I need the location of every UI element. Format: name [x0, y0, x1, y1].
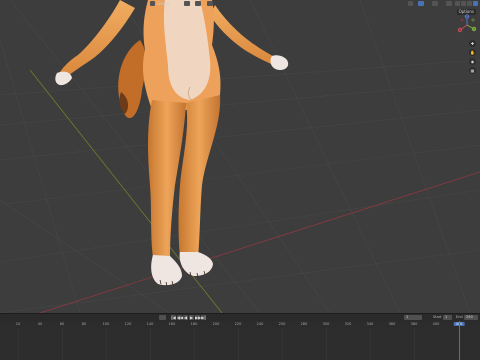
material-shading-icon[interactable] [467, 1, 472, 6]
tick-label: 120 [124, 322, 132, 326]
jump-start-icon[interactable]: |◀ [171, 315, 176, 320]
pivot-point-icon[interactable] [184, 1, 190, 6]
solid-shading-icon[interactable] [461, 1, 466, 6]
tick-label: 200 [212, 322, 220, 326]
visibility-icon[interactable] [408, 1, 413, 6]
tick-label: 340 [366, 322, 374, 326]
tick-label: 380 [410, 322, 418, 326]
tick-label: 320 [344, 322, 352, 326]
navigation-gizmo[interactable]: Z X Y [456, 14, 478, 36]
jump-keyframe-back-icon[interactable]: ◀◀ [177, 315, 183, 320]
gizmo-toggle-icon[interactable] [418, 1, 424, 6]
perspective-toggle-icon[interactable]: ▦ [469, 67, 476, 74]
x-axis-line [39, 171, 480, 313]
tick-label: 280 [300, 322, 308, 326]
viewport-nav-buttons: ✚ ✋ ◉ ▦ [469, 40, 477, 76]
timeline-keyframe-area[interactable] [0, 328, 480, 360]
snap-icon[interactable] [195, 1, 201, 6]
playhead-line[interactable] [459, 321, 460, 360]
proportional-edit-icon[interactable] [207, 1, 213, 6]
right-foot [179, 252, 213, 276]
floor-grid [0, 0, 480, 313]
wireframe-shading-icon[interactable] [455, 1, 460, 6]
tick-label: 140 [146, 322, 154, 326]
play-icon[interactable]: ▶ [189, 315, 194, 320]
tick-label: 10 [15, 322, 21, 326]
tick-label: 220 [234, 322, 242, 326]
camera-view-icon[interactable]: ◉ [469, 58, 476, 65]
jump-end-icon[interactable]: ▶| [201, 315, 206, 320]
svg-text:Z: Z [466, 15, 468, 19]
tick-label: 80 [81, 322, 87, 326]
overlay-toggle-icon[interactable] [432, 1, 438, 6]
svg-text:Y: Y [473, 27, 475, 31]
xray-icon[interactable] [446, 1, 452, 6]
timeline-ruler[interactable]: 10 40 60 80 100 120 140 160 180 200 220 … [0, 321, 480, 328]
tick-label: 360 [388, 322, 396, 326]
jump-keyframe-forward-icon[interactable]: ▶▶ [195, 315, 201, 320]
tick-label: 40 [37, 322, 43, 326]
left-foot [151, 255, 182, 286]
right-arm [210, 5, 280, 66]
transform-orientation-select[interactable]: Global [157, 0, 170, 7]
auto-keying-icon[interactable] [159, 315, 166, 320]
end-label: End [456, 315, 463, 319]
start-label: Start [433, 315, 442, 319]
tick-label: 60 [59, 322, 65, 326]
transform-orientation-icon[interactable] [150, 1, 155, 6]
pan-hand-icon[interactable]: ✋ [469, 49, 476, 56]
end-frame-field[interactable]: 250 [464, 315, 478, 320]
tick-label: 250 [278, 322, 286, 326]
current-frame-field[interactable]: 1 [404, 315, 422, 320]
tick-label: 400 [432, 322, 440, 326]
right-leg [178, 95, 221, 258]
3d-viewport[interactable]: Global Options Z X Y ✚ ✋ ◉ ▦ [0, 0, 480, 313]
zoom-icon[interactable]: ✚ [469, 40, 476, 47]
svg-text:X: X [459, 28, 461, 32]
tick-label: 100 [102, 322, 110, 326]
start-frame-field[interactable]: 1 [443, 315, 452, 320]
play-reverse-icon[interactable]: ◀ [183, 315, 188, 320]
tick-label: 300 [322, 322, 330, 326]
viewport-header: Global [0, 0, 480, 8]
tick-label: 240 [256, 322, 264, 326]
scene-render [0, 0, 480, 313]
rendered-shading-icon[interactable] [473, 1, 478, 6]
tick-label: 160 [168, 322, 176, 326]
tick-label: 180 [190, 322, 198, 326]
